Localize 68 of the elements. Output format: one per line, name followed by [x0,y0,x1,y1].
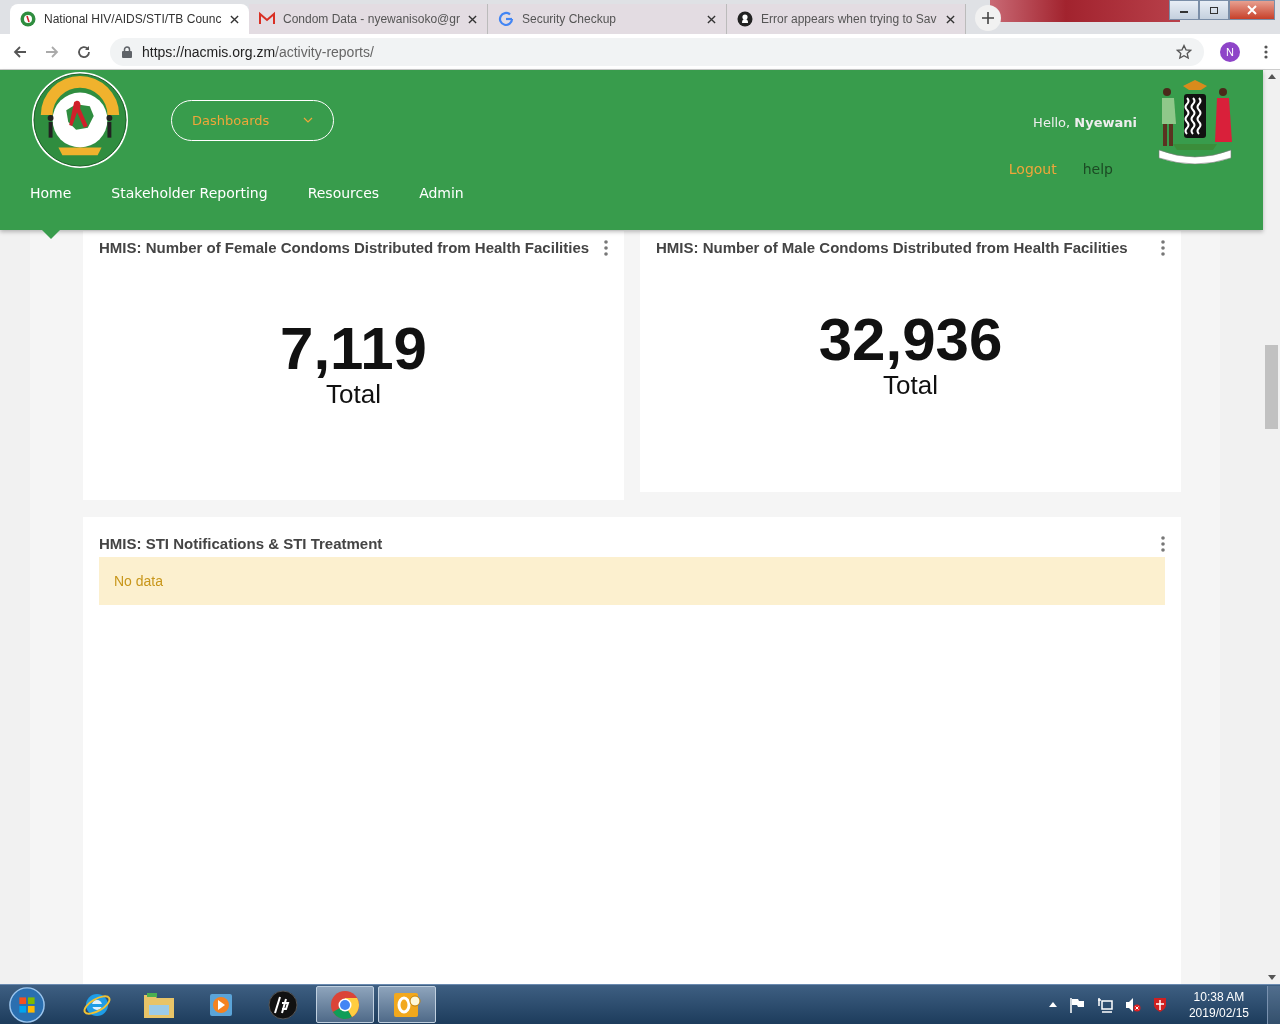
close-button[interactable] [1229,0,1275,20]
minimize-button[interactable] [1169,0,1199,20]
close-icon[interactable] [946,14,955,24]
plus-icon [982,12,994,24]
scroll-up-icon[interactable] [1267,74,1276,79]
scrollbar[interactable] [1263,70,1280,984]
close-icon[interactable] [468,14,477,24]
browser-tab[interactable]: Error appears when trying to Sav [727,4,966,34]
nav-link[interactable]: Stakeholder Reporting [111,185,268,201]
chevron-down-icon [303,117,313,123]
card-title: HMIS: Number of Male Condoms Distributed from Health Facilities [656,238,1128,258]
url-text: https://nacmis.org.zm/activity-reports/ [142,43,375,60]
stat-value: 32,936 [818,310,1003,370]
shield-icon[interactable] [1152,996,1167,1013]
speaker-muted-icon[interactable] [1124,996,1141,1013]
chrome-icon [330,989,360,1020]
browser-tab[interactable]: Condom Data - nyewanisoko@gr [249,4,488,34]
close-icon[interactable] [707,14,716,24]
scroll-down-icon[interactable] [1267,975,1276,980]
address-bar[interactable]: https://nacmis.org.zm/activity-reports/ [110,37,1204,66]
star-icon[interactable] [1176,43,1192,60]
coat-of-arms-icon [1157,78,1233,166]
scrollbar-thumb[interactable] [1265,345,1278,429]
more-options-icon[interactable] [1161,240,1165,256]
menu-icon[interactable] [1264,43,1268,60]
tab-title: Error appears when trying to Sav [761,12,938,26]
new-tab-button[interactable] [975,5,1001,31]
restore-icon [1209,6,1219,14]
close-icon [1247,5,1257,15]
no-data-alert: No data [99,557,1165,605]
stat-value: 7,119 [280,319,427,379]
flag-icon[interactable] [1068,996,1085,1013]
maximize-button[interactable] [1199,0,1229,20]
council-logo-icon [31,71,129,169]
stat-caption: Total [883,370,938,401]
stat-caption: Total [326,379,381,410]
media-player-icon [208,991,234,1018]
mail-icon [259,11,275,27]
start-button[interactable] [8,985,46,1024]
card-title: HMIS: Number of Female Condoms Distributed from Health Facilities [99,238,590,258]
browser-tab[interactable]: Security Checkup [488,4,727,34]
profile-avatar[interactable]: N [1220,41,1240,62]
tab-title: National HIV/AIDS/STI/TB Counc [44,12,222,26]
nav-link[interactable]: Home [30,185,72,201]
close-icon[interactable] [230,14,239,24]
back-icon[interactable] [12,43,28,60]
help-link[interactable]: help [1082,161,1113,177]
reload-icon[interactable] [76,43,92,60]
lock-icon [122,45,132,58]
network-icon[interactable] [1096,996,1113,1013]
tab-title: Condom Data - nyewanisoko@gr [283,12,460,26]
site-icon [20,11,36,27]
more-options-icon[interactable] [1161,536,1165,552]
show-desktop-button[interactable] [1267,985,1280,1024]
clock-date: 2019/02/15 [1188,1004,1249,1021]
nav-link[interactable]: Resources [307,185,380,201]
show-hidden-icons-icon[interactable] [1048,1002,1057,1007]
tab-title: Security Checkup [522,12,618,26]
greeting-text: Hello, Nyewani [1033,114,1137,130]
folder-icon [143,990,175,1019]
more-options-icon[interactable] [604,240,608,256]
mail-app-icon [392,990,422,1019]
google-icon [498,11,514,27]
browser-tab[interactable]: National HIV/AIDS/STI/TB Counc [10,4,249,34]
clock-time: 10:38 AM [1193,988,1245,1005]
nav-link[interactable]: Admin [419,185,464,201]
clock[interactable]: 10:38 AM 2019/02/15 [1188,988,1249,1021]
panel-title: HMIS: STI Notifications & STI Treatment [99,534,383,554]
